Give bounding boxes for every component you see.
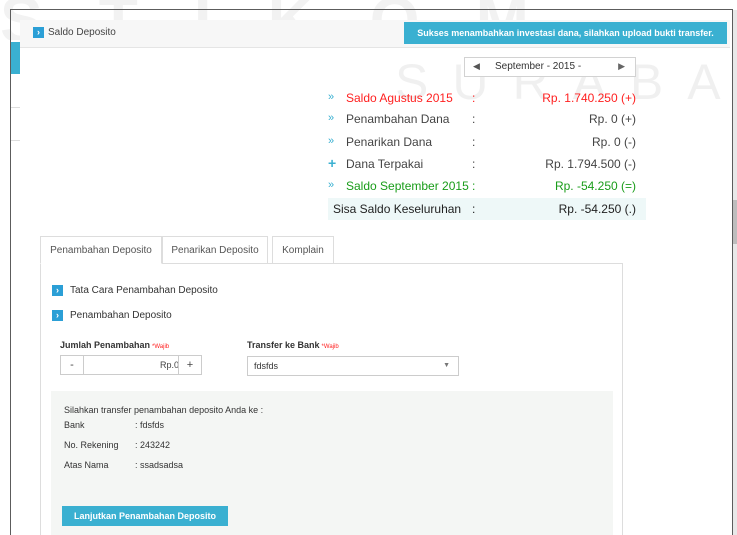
summary-colon: : <box>472 179 476 193</box>
summary-row-penarikan: » Penarikan Dana : Rp. 0 (-) <box>328 131 646 153</box>
chevron-right-icon: › <box>33 27 44 38</box>
summary-label: Saldo September 2015 <box>346 179 469 193</box>
amount-field-label: Jumlah Penambahan *Wajib <box>60 340 169 350</box>
prev-month-button[interactable]: ◀ <box>473 61 480 72</box>
double-chevron-icon: » <box>328 112 335 124</box>
left-divider <box>11 107 20 108</box>
section-title: Tata Cara Penambahan Deposito <box>70 285 218 296</box>
month-year-label[interactable]: September - 2015 - <box>495 61 581 72</box>
bank-label-text: Transfer ke Bank <box>247 340 320 350</box>
amount-input[interactable]: Rp.0 <box>84 356 179 374</box>
chevron-right-icon: › <box>52 310 63 321</box>
scrollbar-track[interactable] <box>733 10 737 535</box>
left-accent-bar <box>11 42 20 74</box>
summary-row-penambahan: » Penambahan Dana : Rp. 0 (+) <box>328 108 646 130</box>
window-frame-top <box>10 9 732 10</box>
required-marker: *Wajib <box>321 344 339 350</box>
summary-row-dana-terpakai: + Dana Terpakai : Rp. 1.794.500 (-) <box>328 153 646 175</box>
summary-row-saldo-september: » Saldo September 2015 : Rp. -54.250 (=) <box>328 175 646 197</box>
summary-colon: : <box>472 202 476 216</box>
summary-colon: : <box>472 157 476 171</box>
success-alert: Sukses menambahkan investasi dana, silah… <box>404 22 727 44</box>
summary-value: Rp. -54.250 (=) <box>554 179 636 193</box>
transfer-info-intro: Silahkan transfer penambahan deposito An… <box>64 405 264 415</box>
chevron-right-icon: › <box>52 285 63 296</box>
summary-row-saldo-agustus: » Saldo Agustus 2015 : Rp. 1.740.250 (+) <box>328 87 646 109</box>
summary-value: Rp. -54.250 (.) <box>558 202 636 216</box>
summary-colon: : <box>472 91 476 105</box>
required-marker: *Wajib <box>152 344 170 350</box>
summary-label: Dana Terpakai <box>346 157 424 171</box>
plus-icon: + <box>328 155 337 171</box>
page-title: Saldo Deposito <box>48 27 116 38</box>
info-value: : ssadsadsa <box>135 460 184 470</box>
section-title: Penambahan Deposito <box>70 310 172 321</box>
month-navigator: ◀ September - 2015 - ▶ <box>464 57 636 77</box>
summary-colon: : <box>472 135 476 149</box>
info-key: Atas Nama <box>64 460 109 470</box>
summary-row-sisa-saldo: Sisa Saldo Keseluruhan : Rp. -54.250 (.) <box>328 198 646 220</box>
info-value: : fdsfds <box>135 420 165 430</box>
summary-label: Penambahan Dana <box>346 112 450 126</box>
window-frame-left <box>10 9 11 535</box>
bank-select[interactable]: fdsfds ▼ <box>247 356 459 376</box>
next-month-button[interactable]: ▶ <box>618 61 625 72</box>
amount-label-text: Jumlah Penambahan <box>60 340 151 350</box>
bank-selected-value: fdsfds <box>254 361 279 371</box>
bank-field-label: Transfer ke Bank *Wajib <box>247 340 339 350</box>
summary-label: Sisa Saldo Keseluruhan <box>333 202 462 216</box>
summary-label: Saldo Agustus 2015 <box>346 91 453 105</box>
summary-colon: : <box>472 112 476 126</box>
amount-stepper: - Rp.0 + <box>60 355 202 375</box>
summary-value: Rp. 0 (+) <box>588 112 636 126</box>
left-divider <box>11 140 20 141</box>
summary-value: Rp. 1.740.250 (+) <box>542 91 636 105</box>
scrollbar-thumb[interactable] <box>733 200 737 244</box>
decrement-button[interactable]: - <box>61 356 84 374</box>
double-chevron-icon: » <box>328 135 335 147</box>
info-key: Bank <box>64 420 85 430</box>
tab-penarikan-deposito[interactable]: Penarikan Deposito <box>162 236 268 263</box>
summary-value: Rp. 0 (-) <box>591 135 636 149</box>
tab-komplain[interactable]: Komplain <box>272 236 334 263</box>
info-key: No. Rekening <box>64 440 119 450</box>
summary-value: Rp. 1.794.500 (-) <box>545 157 636 171</box>
continue-deposit-button[interactable]: Lanjutkan Penambahan Deposito <box>62 506 228 526</box>
tab-penambahan-deposito[interactable]: Penambahan Deposito <box>40 236 162 264</box>
double-chevron-icon: » <box>328 179 335 191</box>
info-value: : 243242 <box>135 440 171 450</box>
caret-down-icon: ▼ <box>443 362 450 369</box>
double-chevron-icon: » <box>328 91 335 103</box>
summary-label: Penarikan Dana <box>346 135 433 149</box>
increment-button[interactable]: + <box>178 356 201 374</box>
